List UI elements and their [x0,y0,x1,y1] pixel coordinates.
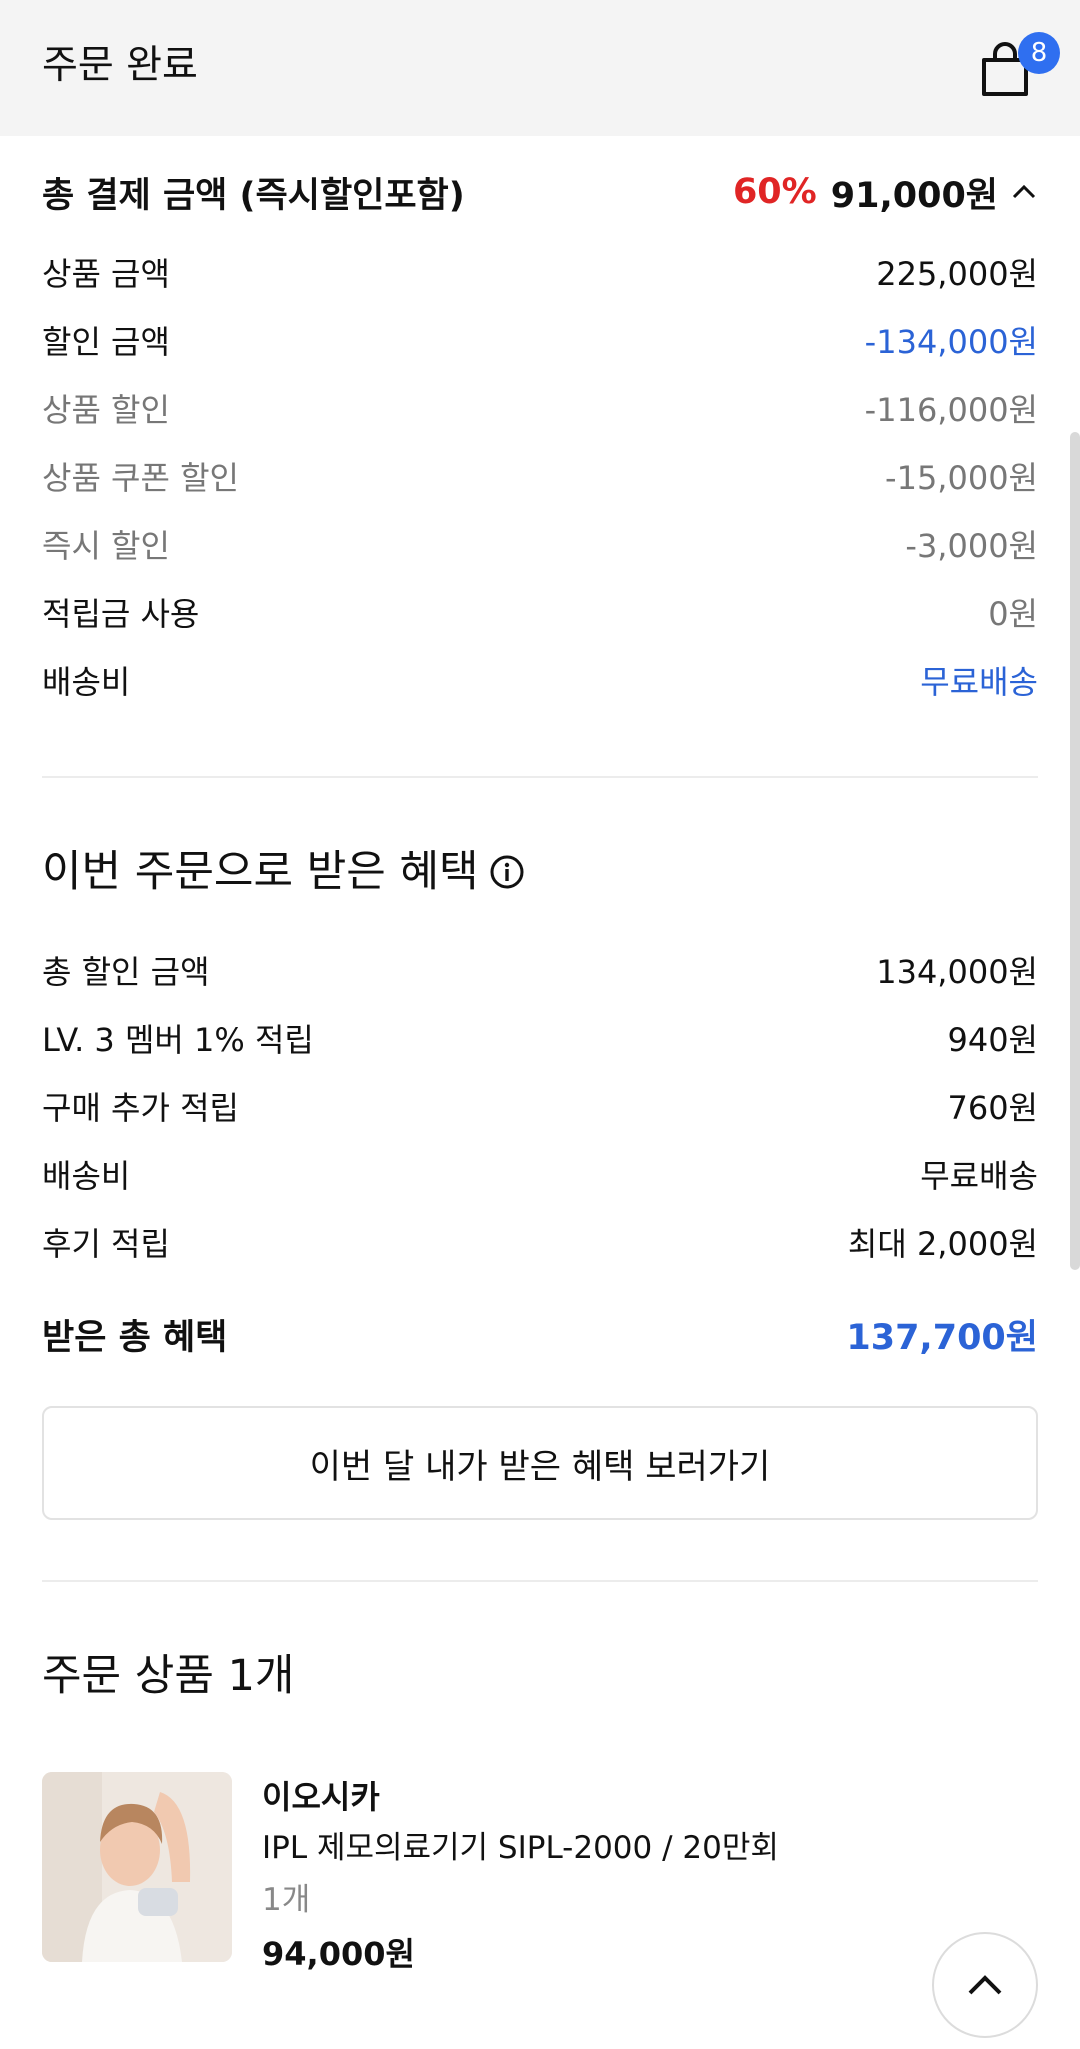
row-label: 배송비 [42,1157,131,1195]
benefit-total-value: 137,700원 [846,1317,1038,1358]
instant-discount-row: 즉시 할인 -3,000원 [42,520,1038,568]
product-discount-row: 상품 할인 -116,000원 [42,384,1038,432]
chevron-up-icon [968,1975,1002,1995]
total-discount-row: 총 할인 금액 134,000원 [42,946,1038,994]
row-label: 후기 적립 [42,1225,170,1263]
header: 주문 완료 8 [0,0,1080,136]
row-label: 할인 금액 [42,323,170,361]
order-section-title: 주문 상품 1개 [42,1651,295,1701]
product-image[interactable] [42,1772,232,1962]
row-value: -134,000원 [864,323,1038,361]
row-value: 최대 2,000원 [847,1225,1038,1263]
benefits-section-title: 이번 주문으로 받은 혜택 [42,842,525,902]
payment-total-amount: 91,000원 [830,175,998,216]
order-product-item[interactable]: 이오시카 IPL 제모의료기기 SIPL-2000 / 20만회 1개 94,0… [42,1772,1038,1973]
row-label: LV. 3 멤버 1% 적립 [42,1021,314,1059]
benefit-total-label: 받은 총 혜택 [42,1317,228,1358]
product-info: 이오시카 IPL 제모의료기기 SIPL-2000 / 20만회 1개 94,0… [262,1772,779,1982]
product-brand[interactable]: 이오시카 [262,1772,779,1822]
page-title: 주문 완료 [42,43,198,88]
shipping-fee-row: 배송비 무료배송 [42,656,1038,704]
row-label: 상품 금액 [42,255,170,293]
row-value: 134,000원 [876,953,1038,991]
product-quantity: 1개 [262,1882,311,1918]
row-value: -3,000원 [905,527,1038,565]
product-amount-row: 상품 금액 225,000원 [42,248,1038,296]
row-value: 225,000원 [876,255,1038,293]
payment-total-amount-group: 60% 91,000원 [733,167,1038,218]
row-value: -15,000원 [885,459,1038,497]
product-photo [42,1772,232,1962]
order-complete-page: 주문 완료 8 총 결제 금액 (즉시할인포함) 60% 91,000원 상품 … [0,0,1080,2049]
row-value: -116,000원 [864,391,1038,429]
benefit-shipping-row: 배송비 무료배송 [42,1150,1038,1198]
extra-points-row: 구매 추가 적립 760원 [42,1082,1038,1130]
row-value: 무료배송 [920,663,1038,701]
payment-total-toggle[interactable]: 총 결제 금액 (즉시할인포함) 60% 91,000원 [42,168,1038,216]
info-icon[interactable] [489,854,525,890]
row-value: 0원 [988,595,1038,633]
coupon-discount-row: 상품 쿠폰 할인 -15,000원 [42,452,1038,500]
scroll-to-top-button[interactable] [932,1932,1038,2038]
row-label: 총 할인 금액 [42,953,210,991]
row-label: 상품 할인 [42,391,170,429]
row-label: 즉시 할인 [42,527,170,565]
row-label: 상품 쿠폰 할인 [42,459,239,497]
chevron-up-icon [1012,184,1036,199]
benefit-total-row: 받은 총 혜택 137,700원 [42,1310,1038,1358]
cart-count-badge: 8 [1018,32,1060,74]
product-price: 94,000원 [262,1935,415,1973]
discount-amount-row: 할인 금액 -134,000원 [42,316,1038,364]
row-value: 940원 [947,1021,1038,1059]
row-label: 적립금 사용 [42,595,200,633]
view-monthly-benefits-button[interactable]: 이번 달 내가 받은 혜택 보러가기 [42,1406,1038,1520]
scrollbar[interactable] [1070,432,1080,1270]
section-divider [42,1580,1038,1582]
row-value: 760원 [947,1089,1038,1127]
review-points-row: 후기 적립 최대 2,000원 [42,1218,1038,1266]
discount-rate: 60% [732,172,817,212]
payment-total-label: 총 결제 금액 (즉시할인포함) [42,175,465,216]
product-name[interactable]: IPL 제모의료기기 SIPL-2000 / 20만회 [262,1822,779,1874]
points-used-row: 적립금 사용 0원 [42,588,1038,636]
row-label: 배송비 [42,663,131,701]
section-divider [42,776,1038,778]
member-points-row: LV. 3 멤버 1% 적립 940원 [42,1014,1038,1062]
benefits-title-text: 이번 주문으로 받은 혜택 [42,847,479,897]
row-value: 무료배송 [920,1157,1038,1195]
cart-button[interactable]: 8 [968,32,1060,102]
row-label: 구매 추가 적립 [42,1089,239,1127]
